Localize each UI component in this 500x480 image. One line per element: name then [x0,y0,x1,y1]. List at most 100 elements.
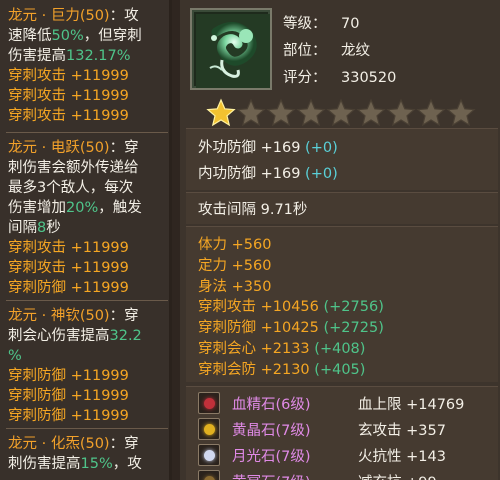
jade-dragon-icon [196,14,270,88]
effect-separator [6,132,168,133]
effect-value: % [8,348,22,364]
attribute-value: 穿刺会防 +2130 [198,361,315,378]
effect-text: 速降低 [8,28,52,44]
effect-desc-line: 伤害增加20%，触发 [8,198,169,218]
inner-defense-line: 内功防御 +169 (+0) [198,162,338,183]
attribute-line: 穿刺会心 +2133 (+408) [198,337,365,358]
outer-defense-extra: (+0) [305,140,338,156]
attributes-panel: 体力 +560 定力 +560 身法 +350 穿刺攻击 +10456 (+2756)… [186,226,498,382]
star-empty-icon [266,98,296,127]
score-label: 评分： [283,70,327,86]
effect-text: 刺伤害提高 [8,456,81,472]
attribute-value: 穿刺会心 +2133 [198,341,315,357]
star-empty-icon [296,98,326,127]
effect-text: 刺伤害会额外传递给 [8,160,139,176]
inner-defense-extra: (+0) [305,166,338,182]
item-slot-row: 部位： 龙纹 [283,39,370,60]
effect-bonus: 穿刺防御 +11999 [8,280,129,296]
effect-desc-line: 刺伤害提高15%，攻 [8,454,169,474]
effect-text: ：攻 [109,8,139,24]
effect-text: 伤害提高 [8,48,66,64]
dark-gem-icon [198,470,220,480]
level-label: 等级： [283,16,327,32]
effect-value: 8 [37,220,47,236]
set-effect-block: 龙元 · 电跃(50)：穿 刺伤害会额外传递给 最多3个敌人，每次 伤害增加20%，触… [8,138,169,298]
inner-defense-label: 内功防御 +169 [198,166,306,182]
star-empty-icon [236,98,266,127]
star-filled-icon [206,98,236,127]
effect-text: ：穿 [109,308,139,324]
gem-slot[interactable]: 血精石(6级) 血上限 +14769 [196,391,496,415]
gem-slot[interactable]: 黄晶石(7级) 玄攻击 +357 [196,417,496,441]
effect-value: 32.2 [109,328,142,344]
gem-name: 黄冥石(7级) [232,471,311,480]
effect-text: 最多3个敌人，每次 [8,180,134,196]
gem-bonus: 火抗性 +143 [358,449,446,465]
effect-desc-line: 龙元 · 神钦(50)：穿 [8,306,169,326]
effect-desc-line: % [8,346,169,366]
gem-bonus: 血上限 +14769 [358,397,465,413]
effect-text: 伤害增加 [8,200,66,216]
gem-name: 黄晶石(7级) [232,423,311,439]
attribute-line: 穿刺会防 +2130 (+405) [198,358,365,379]
effect-text: ，但穿刺 [83,28,142,44]
star-empty-icon [326,98,356,127]
effect-bonus: 穿刺防御 +11999 [8,408,129,424]
effect-bonus: 穿刺防御 +11999 [8,368,129,384]
effect-bonus: 穿刺攻击 +11999 [8,240,129,256]
attribute-line: 穿刺防御 +10425 (+2725) [198,316,384,337]
gem-name: 月光石(7级) [232,449,311,465]
attribute-bonus: (+2756) [323,299,384,316]
effect-desc-line: 龙元 · 化炁(50)：穿 [8,434,169,454]
outer-defense-line: 外功防御 +169 (+0) [198,136,338,157]
attribute-line: 体力 +560 [198,233,271,254]
star-empty-icon [356,98,386,127]
item-icon-frame[interactable] [190,8,272,90]
effect-desc-line: 龙元 · 电跃(50)：穿 [8,138,169,158]
attack-interval: 攻击间隔 9.71秒 [198,202,308,218]
attribute-bonus: (+2725) [323,320,384,337]
gems-panel: 血精石(6级) 血上限 +14769 黄晶石(7级) 玄攻击 +357 月光石(7级) 火… [186,386,498,480]
level-value: 70 [341,16,360,32]
effect-value: 132.17% [66,48,131,64]
set-effect-block: 龙元 · 神钦(50)：穿 刺会心伤害提高32.2% 穿刺防御 +11999 穿刺防御… [8,306,169,426]
slot-value: 龙纹 [341,43,370,59]
star-empty-icon [386,98,416,127]
effect-text: ，触发 [98,200,142,216]
effect-bonus: 穿刺攻击 +11999 [8,68,129,84]
set-effect-block: 龙元 · 巨力(50)：攻 速降低50%，但穿刺 伤害提高132.17% 穿刺攻击 +… [8,6,169,126]
effect-text: ，攻 [112,456,142,472]
attribute-value: 身法 +350 [198,278,272,295]
effect-bonus: 穿刺攻击 +11999 [8,260,129,276]
attribute-line: 身法 +350 [198,275,271,296]
yellow-gem-icon [198,418,220,440]
effect-text: 秒 [46,220,61,236]
set-effects-panel[interactable]: 龙元 · 巨力(50)：攻 速降低50%，但穿刺 伤害提高132.17% 穿刺攻击 +… [0,0,172,480]
gem-bonus: 减玄抗 +99 [358,471,437,480]
gem-bonus: 玄攻击 +357 [358,423,446,439]
effect-separator [6,300,168,301]
red-gem-icon [198,392,220,414]
effect-value: 20% [66,200,99,216]
set-effect-block: 龙元 · 化炁(50)：穿 刺伤害提高15%，攻 [8,434,169,474]
effect-name: 龙元 · 巨力(50) [8,8,110,24]
attack-interval-panel: 攻击间隔 9.71秒 [186,192,498,224]
attribute-line: 穿刺攻击 +10456 (+2756) [198,295,384,316]
attribute-value: 穿刺攻击 +10456 [198,299,324,316]
gem-slot[interactable]: 月光石(7级) 火抗性 +143 [196,443,496,467]
panel-divider [172,0,180,480]
attribute-value: 体力 +560 [198,237,272,253]
effect-value: 15% [80,456,113,472]
slot-label: 部位： [283,43,327,59]
defense-panel: 外功防御 +169 (+0) 内功防御 +169 (+0) [186,128,498,190]
attribute-value: 定力 +560 [198,257,272,274]
effect-desc-line: 龙元 · 巨力(50)：攻 [8,6,169,26]
effect-text: ：穿 [109,436,139,452]
attribute-bonus: (+408) [314,341,366,357]
star-empty-icon [446,98,476,127]
gem-slot[interactable]: 黄冥石(7级) 减玄抗 +99 [196,469,496,480]
item-level-row: 等级： 70 [283,12,359,33]
attribute-line: 定力 +560 [198,254,271,275]
effect-name: 龙元 · 神钦(50) [8,308,110,324]
item-detail-panel: 等级： 70 部位： 龙纹 评分： 330520 外功防御 +169 (+0) 内功防… [180,0,500,480]
